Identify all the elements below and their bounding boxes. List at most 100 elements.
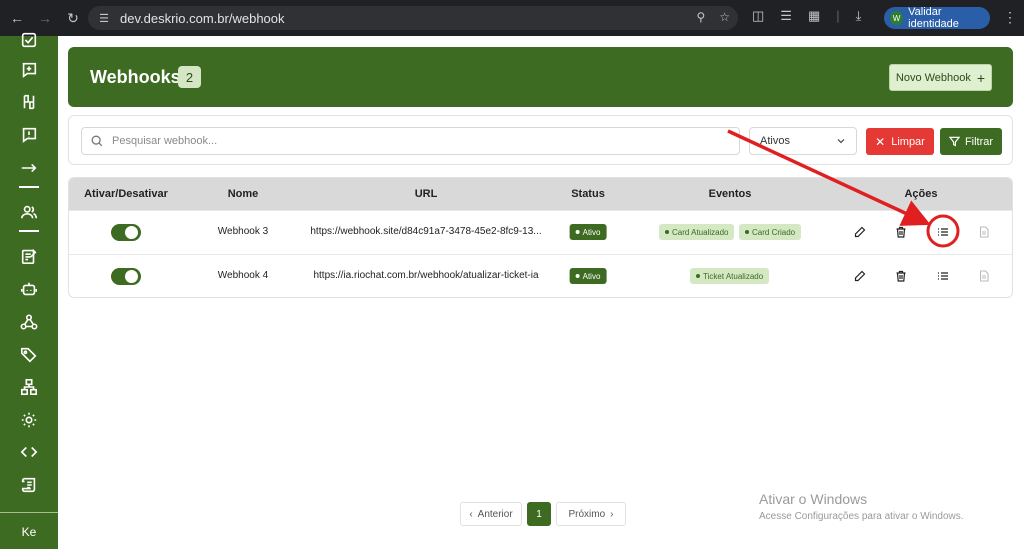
clear-button-label: Limpar [891,135,925,148]
bot-icon[interactable] [19,279,39,299]
bookmark-star-icon[interactable]: ☆ [719,10,730,24]
active-toggle[interactable] [111,268,141,285]
table-row: Webhook 4 https://ia.riochat.com.br/webh… [69,254,1012,297]
divider-icon: | [836,8,840,23]
previous-page-button[interactable]: ‹ Anterior [460,502,522,526]
scroll-document-icon[interactable] [19,475,39,495]
edit-pencil-icon[interactable] [853,269,867,283]
back-icon[interactable]: ← [6,7,28,29]
org-chart-icon[interactable] [19,377,39,397]
event-label: Card Criado [752,227,796,237]
close-icon: ✕ [875,134,886,149]
funnel-icon [948,136,960,147]
next-page-button[interactable]: Próximo › [556,502,626,526]
forward-icon[interactable]: → [34,7,56,29]
header-toggle: Ativar/Desativar [84,188,168,200]
header-actions: Ações [904,188,938,200]
edit-pencil-icon[interactable] [853,225,867,239]
tags-icon[interactable] [19,345,39,365]
identity-badge-icon: W [890,11,904,25]
checklist-icon[interactable] [19,30,39,50]
logs-list-icon[interactable] [936,269,950,283]
status-select[interactable]: Ativos [749,127,857,155]
add-chat-icon[interactable] [19,60,39,80]
download-icon[interactable]: ⤓ [856,8,862,24]
header-url: URL [414,188,438,200]
search-field[interactable] [81,127,740,155]
alert-chat-icon[interactable] [19,125,39,145]
delete-trash-icon[interactable] [894,225,908,239]
table-row: Webhook 3 https://webhook.site/d84c91a7-… [69,210,1012,253]
delete-trash-icon[interactable] [894,269,908,283]
sidebar-bottom-divider [0,512,58,513]
event-label: Ticket Atualizado [703,271,764,281]
translate-icon[interactable]: ▦ [808,8,820,24]
address-bar[interactable]: ☰ dev.deskrio.com.br/webhook ⚲ ☆ [88,6,738,30]
webhook-icon[interactable] [19,312,39,332]
status-select-value: Ativos [760,135,790,147]
event-dot-icon [745,230,749,234]
sidebar: Ke [0,32,58,549]
filter-button-label: Filtrar [964,135,994,148]
search-icon [91,135,103,147]
filter-bar: Ativos ✕ Limpar Filtrar [68,115,1013,165]
status-label: Ativo [582,227,601,237]
status-dot-icon [575,274,580,278]
kanban-icon[interactable] [19,92,39,112]
reload-icon[interactable]: ↻ [62,7,84,29]
windows-watermark-subtitle: Acesse Configurações para ativar o Windo… [759,511,964,522]
sidebar-divider-2 [19,230,39,232]
status-dot-icon [575,230,580,234]
document-icon[interactable] [977,269,991,283]
incognito-icon[interactable]: ☰ [780,8,792,24]
webhooks-table: Ativar/Desativar Nome URL Status Eventos… [68,177,1013,298]
chevron-left-icon: ‹ [469,508,473,520]
code-icon[interactable] [19,442,39,462]
event-dot-icon [665,230,669,234]
active-toggle[interactable] [111,224,141,241]
settings-gear-icon[interactable] [19,410,39,430]
browser-toolbar: ← → ↻ ☰ dev.deskrio.com.br/webhook ⚲ ☆ ◫… [0,0,1024,36]
validate-identity-button[interactable]: W Validar identidade [884,6,990,30]
new-webhook-label: Novo Webhook [895,71,971,84]
pagination: ‹ Anterior 1 Próximo › [460,502,626,526]
document-icon[interactable] [977,225,991,239]
webhook-name: Webhook 4 [217,270,269,281]
event-label: Card Atualizado [672,227,729,237]
browser-menu-icon[interactable]: ⋮ [1003,9,1017,26]
chevron-down-icon [837,139,845,144]
webhook-url: https://webhook.site/d84c91a7-3478-45e2-… [310,226,542,237]
header-name: Nome [227,188,259,200]
status-label: Ativo [582,271,601,281]
zoom-icon[interactable]: ⚲ [696,10,705,24]
notes-icon[interactable] [19,246,39,266]
address-url: dev.deskrio.com.br/webhook [120,10,285,26]
chevron-right-icon: › [610,508,614,520]
filter-button[interactable]: Filtrar [940,128,1002,155]
plus-icon: + [976,69,986,86]
sidebar-divider [19,186,39,188]
arrow-right-icon[interactable] [19,158,39,178]
page-header: Webhooks 2 Novo Webhook + [68,47,1013,107]
windows-watermark-title: Ativar o Windows [759,491,868,507]
validate-identity-label: Validar identidade [908,6,959,30]
clear-button[interactable]: ✕ Limpar [866,128,934,155]
status-badge: Ativo [569,224,607,240]
logs-list-icon[interactable] [936,225,950,239]
event-badge: Card Atualizado [659,224,735,240]
status-badge: Ativo [569,268,607,284]
users-icon[interactable] [19,202,39,222]
header-events: Eventos [708,188,752,200]
site-info-icon[interactable]: ☰ [96,10,112,26]
page-title: Webhooks [90,67,181,87]
webhook-url: https://ia.riochat.com.br/webhook/atuali… [313,270,539,281]
new-webhook-button[interactable]: Novo Webhook + [889,64,992,91]
event-badge: Card Criado [739,224,802,240]
user-avatar[interactable]: Ke [14,522,44,542]
page-1-button[interactable]: 1 [527,502,551,526]
webhook-count-badge: 2 [178,66,201,88]
previous-label: Anterior [477,508,513,520]
search-input[interactable] [112,135,712,147]
extensions-icon[interactable]: ◫ [752,8,764,24]
event-badge: Ticket Atualizado [690,268,770,284]
